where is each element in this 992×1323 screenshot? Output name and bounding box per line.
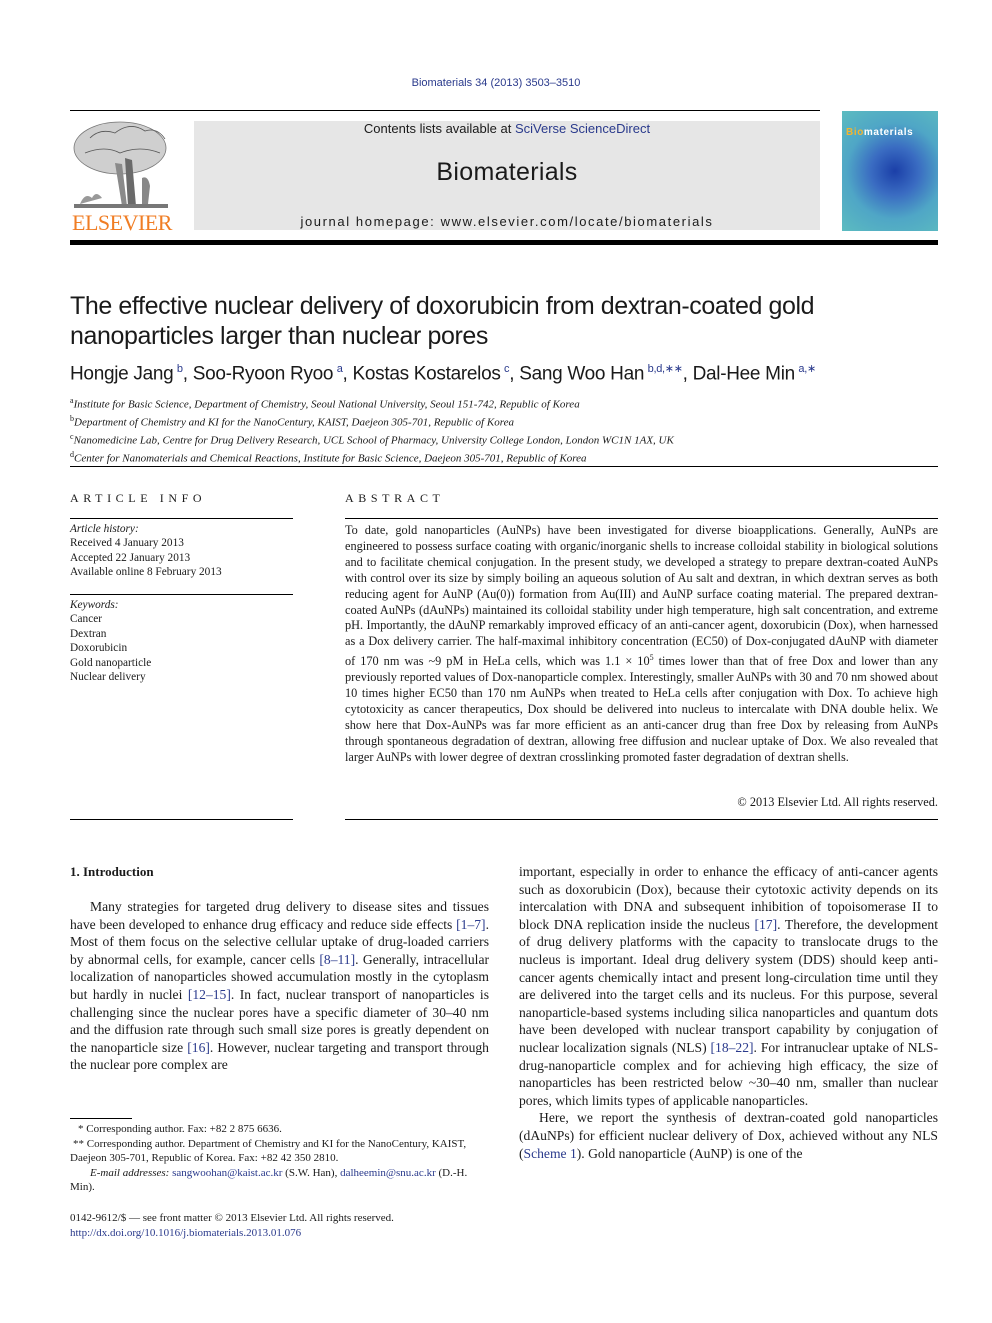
author-list: Hongje Jang b, Soo-Ryoon Ryoo a, Kostas … [70,362,816,385]
article-info-end-rule [70,819,293,820]
citation-link[interactable]: [1–7] [456,917,485,932]
email-link-han[interactable]: sangwoohan@kaist.ac.kr [172,1167,282,1179]
body-text: . Therefore, the development of drug del… [519,916,938,1055]
abstract-part-2: times lower than that of free Dox and lo… [345,654,938,764]
author-separator: , [342,363,353,385]
author-name: Hongje Jang [70,363,177,385]
citation-link[interactable]: Scheme 1 [524,1146,577,1161]
keyword: Dextran [70,627,107,640]
paragraph: Here, we report the synthesis of dextran… [519,1109,938,1162]
homepage-link[interactable]: www.elsevier.com/locate/biomaterials [441,214,714,229]
keyword-list: Keywords: Cancer Dextran Doxorubicin Gol… [70,598,151,684]
affiliation: aInstitute for Basic Science, Department… [70,394,674,412]
front-matter: 0142-9612/$ — see front matter © 2013 El… [70,1211,394,1240]
top-rule [70,110,820,111]
affiliation-text: Institute for Basic Science, Department … [73,398,580,411]
contents-availability: Contents lists available at SciVerse Sci… [194,121,820,136]
elsevier-wordmark: ELSEVIER [72,210,172,235]
journal-reference-link[interactable]: Biomaterials 34 (2013) 3503–3510 [412,77,581,89]
journal-homepage: journal homepage: www.elsevier.com/locat… [194,214,820,229]
affiliation: bDepartment of Chemistry and KI for the … [70,412,674,430]
citation-link[interactable]: [17] [754,917,777,932]
author-name: Dal-Hee Min [692,363,799,385]
cover-title: Biomaterials [846,127,913,138]
footnote-corresponding-2: ** Corresponding author. Department of C… [70,1137,467,1165]
paragraph: important, especially in order to enhanc… [519,863,938,1109]
affiliation-list: aInstitute for Basic Science, Department… [70,394,674,465]
keywords-label: Keywords: [70,599,119,611]
author-separator: , [182,363,193,385]
article-info-heading: ARTICLE INFO [70,491,207,505]
journal-name: Biomaterials [436,158,578,186]
citation-link[interactable]: [18–22] [711,1040,754,1055]
history-received: Received 4 January 2013 [70,537,184,550]
keyword: Gold nanoparticle [70,656,152,669]
history-online: Available online 8 February 2013 [70,566,222,579]
history-accepted: Accepted 22 January 2013 [70,551,191,564]
body-text: ). Gold nanoparticle (AuNP) is one of th… [576,1145,803,1161]
abstract-end-rule [345,819,938,820]
footnote-rule [70,1118,132,1119]
keyword: Nuclear delivery [70,671,146,684]
author-separator: , [509,363,520,385]
abstract-rule [345,518,938,519]
author-name: Kostas Kostarelos [352,363,505,385]
doi-link[interactable]: http://dx.doi.org/10.1016/j.biomaterials… [70,1227,301,1239]
affiliation-text: Department of Chemistry and KI for the N… [74,416,514,429]
homepage-label: journal homepage: [300,214,441,229]
article-info-rule [70,518,293,519]
cover-title-rest: materials [863,127,914,138]
abstract-heading: ABSTRACT [345,491,445,505]
affiliation: cNanomedicine Lab, Centre for Drug Deliv… [70,430,674,448]
citation-link[interactable]: [8–11] [319,952,355,967]
history-label: Article history: [70,523,139,535]
email-label: E-mail addresses: [90,1166,170,1179]
paragraph: Many strategies for targeted drug delive… [70,898,489,1074]
issn-front-matter: 0142-9612/$ — see front matter © 2013 El… [70,1212,394,1224]
author-name: Sang Woo Han [519,363,648,385]
affiliation-text: Center for Nanomaterials and Chemical Re… [74,452,587,465]
body-text: Many strategies for targeted drug delive… [70,899,489,932]
author-affiliation-marks[interactable]: b,d,∗∗ [648,363,683,375]
cover-title-prefix: Bio [846,127,864,138]
footnote-corresponding-1: * Corresponding author. Fax: +82 2 875 6… [78,1123,282,1135]
article-history: Article history: Received 4 January 2013… [70,522,222,580]
body-column-left: Many strategies for targeted drug delive… [70,898,489,1074]
footnote-emails: E-mail addresses: sangwoohan@kaist.ac.kr… [70,1166,490,1195]
section-heading-introduction: 1. Introduction [70,864,154,879]
abstract-text: To date, gold nanoparticles (AuNPs) have… [345,523,938,766]
email-link-min[interactable]: dalheemin@snu.ac.kr [340,1167,436,1179]
journal-reference[interactable]: Biomaterials 34 (2013) 3503–3510 [0,77,992,89]
keyword: Doxorubicin [70,642,128,655]
keywords-rule [70,594,293,595]
author-separator: , [682,363,693,385]
citation-link[interactable]: [16] [187,1040,210,1055]
contents-prefix: Contents lists available at [363,121,515,136]
body-column-right: important, especially in order to enhanc… [519,863,938,1162]
sciencedirect-link[interactable]: SciVerse ScienceDirect [515,121,650,136]
affiliation: dCenter for Nanomaterials and Chemical R… [70,448,674,466]
section-rule [70,466,938,467]
author-name: Soo-Ryoon Ryoo [192,363,337,385]
abstract-copyright: © 2013 Elsevier Ltd. All rights reserved… [737,795,938,809]
email-owner-han: (S.W. Han), [282,1166,341,1179]
affiliation-text: Nanomedicine Lab, Centre for Drug Delive… [73,434,674,447]
header-thick-rule [70,240,938,245]
author-affiliation-marks[interactable]: a,∗ [798,363,816,375]
keyword: Cancer [70,613,102,626]
abstract-part-1: To date, gold nanoparticles (AuNPs) have… [345,523,938,669]
citation-link[interactable]: [12–15] [188,987,231,1002]
footnotes: * Corresponding author. Fax: +82 2 875 6… [70,1122,490,1195]
article-title: The effective nuclear delivery of doxoru… [70,292,815,350]
